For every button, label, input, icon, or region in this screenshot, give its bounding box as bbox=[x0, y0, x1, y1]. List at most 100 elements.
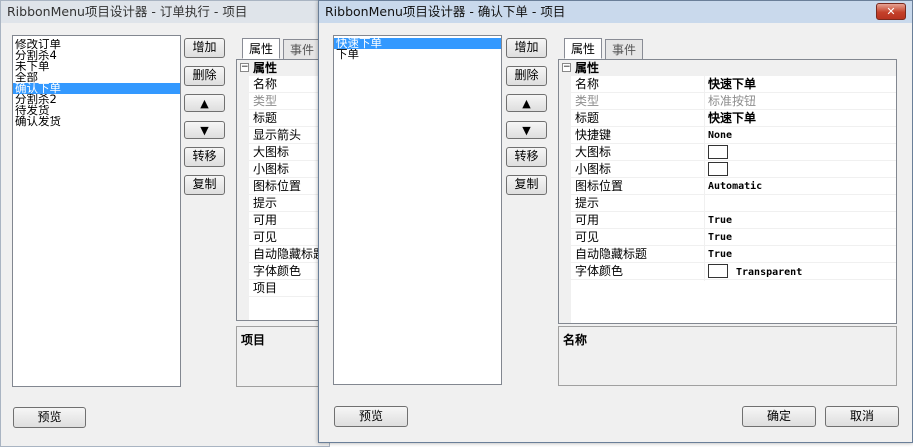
back-grid-category: − 属性 bbox=[237, 60, 329, 76]
property-name: 图标位置 bbox=[253, 179, 302, 193]
image-placeholder bbox=[708, 161, 728, 178]
property-row[interactable]: 提示 bbox=[571, 195, 896, 212]
empty-image-swatch bbox=[708, 144, 728, 159]
back-transfer-button[interactable]: 转移 bbox=[184, 147, 225, 167]
front-property-grid[interactable]: − 属性 名称 快速下单 类型 标准按钮 标题 快速下单 快捷键 None 大图标 小图标 图标位置… bbox=[558, 59, 897, 324]
property-name: 快捷键 bbox=[575, 128, 612, 142]
property-name: 自动隐藏标题 bbox=[575, 247, 648, 261]
property-row[interactable]: 快捷键 None bbox=[571, 127, 896, 144]
property-value: 标准按钮 bbox=[708, 94, 757, 108]
front-window-title: RibbonMenu项目设计器 - 确认下单 - 项目 bbox=[319, 1, 912, 23]
property-value: 快速下单 bbox=[708, 77, 757, 91]
font-color-value: Transparent bbox=[708, 263, 802, 281]
back-tab-properties[interactable]: 属性 bbox=[242, 38, 281, 59]
property-name: 名称 bbox=[253, 77, 278, 91]
front-tab-properties[interactable]: 属性 bbox=[564, 38, 603, 59]
back-copy-button[interactable]: 复制 bbox=[184, 175, 225, 195]
property-row[interactable]: 自动隐藏标题 True bbox=[571, 246, 896, 263]
property-row[interactable]: 小图标 bbox=[571, 161, 896, 178]
list-item[interactable]: 快速下单 bbox=[334, 38, 501, 49]
front-grid-category: − 属性 bbox=[559, 60, 896, 76]
back-designer-window: RibbonMenu项目设计器 - 订单执行 - 项目 修改订单 分割杀4 未下单全… bbox=[0, 0, 330, 447]
property-name: 显示箭头 bbox=[253, 128, 302, 142]
property-value: None bbox=[708, 130, 733, 141]
back-item-list[interactable]: 修改订单 分割杀4 未下单 全部 确认下单 分割杀2 待发货 确认发货 bbox=[12, 35, 181, 387]
list-item[interactable]: 全部 bbox=[13, 72, 180, 83]
back-window-title: RibbonMenu项目设计器 - 订单执行 - 项目 bbox=[1, 1, 329, 23]
property-name: 字体颜色 bbox=[253, 264, 302, 278]
property-value: True bbox=[708, 249, 733, 260]
front-preview-button[interactable]: 预览 bbox=[334, 406, 408, 427]
close-icon: ✕ bbox=[886, 5, 896, 18]
property-row[interactable]: 类型 标准按钮 bbox=[571, 93, 896, 110]
property-name: 提示 bbox=[253, 196, 278, 210]
list-item[interactable]: 修改订单 bbox=[13, 39, 180, 50]
back-preview-button[interactable]: 预览 bbox=[13, 407, 86, 428]
property-name: 项目 bbox=[253, 281, 278, 295]
property-value: Transparent bbox=[736, 267, 803, 278]
back-add-button[interactable]: 增加 bbox=[184, 38, 225, 58]
property-name: 图标位置 bbox=[575, 179, 624, 193]
property-name: 可用 bbox=[575, 213, 600, 227]
list-item[interactable]: 未下单 bbox=[13, 61, 180, 72]
property-name: 大图标 bbox=[575, 145, 612, 159]
ok-button[interactable]: 确定 bbox=[742, 406, 816, 427]
property-name: 可见 bbox=[253, 230, 278, 244]
property-value: True bbox=[708, 232, 733, 243]
property-value: 快速下单 bbox=[708, 111, 757, 125]
collapse-icon[interactable]: − bbox=[240, 63, 249, 72]
front-move-up-button[interactable]: ▲ bbox=[506, 94, 547, 112]
cancel-button[interactable]: 取消 bbox=[825, 406, 899, 427]
back-delete-button[interactable]: 删除 bbox=[184, 66, 225, 86]
list-item[interactable]: 确认发货 bbox=[13, 116, 180, 127]
list-item[interactable]: 待发货 bbox=[13, 105, 180, 116]
property-row[interactable]: 可见 True bbox=[571, 229, 896, 246]
back-property-grid[interactable]: − 属性 名称 类型 标题 显示箭头 大图标 小图标 图标位置 提示 可用 可见 自动隐藏标题 字体颜… bbox=[236, 59, 329, 321]
property-row[interactable]: 可用 True bbox=[571, 212, 896, 229]
property-name: 自动隐藏标题 bbox=[253, 247, 326, 261]
property-name: 小图标 bbox=[253, 162, 290, 176]
list-item[interactable]: 下单 bbox=[334, 49, 501, 60]
arrow-up-icon: ▲ bbox=[200, 97, 209, 110]
property-name: 大图标 bbox=[253, 145, 290, 159]
property-row[interactable]: 大图标 bbox=[571, 144, 896, 161]
list-item[interactable]: 分割杀2 bbox=[13, 94, 180, 105]
color-swatch bbox=[708, 263, 728, 278]
arrow-up-icon: ▲ bbox=[522, 97, 531, 110]
property-row[interactable]: 名称 快速下单 bbox=[571, 76, 896, 93]
collapse-icon[interactable]: − bbox=[562, 63, 571, 72]
arrow-down-icon: ▼ bbox=[522, 124, 531, 137]
image-placeholder bbox=[708, 144, 728, 161]
list-item[interactable]: 确认下单 bbox=[13, 83, 180, 94]
front-description-title: 名称 bbox=[563, 333, 588, 347]
back-description-title: 项目 bbox=[241, 333, 266, 347]
front-item-list[interactable]: 快速下单 下单 bbox=[333, 35, 502, 385]
property-value: True bbox=[708, 215, 733, 226]
front-transfer-button[interactable]: 转移 bbox=[506, 147, 547, 167]
close-button[interactable]: ✕ bbox=[876, 3, 906, 20]
property-name: 标题 bbox=[575, 111, 600, 125]
property-row[interactable]: 图标位置 Automatic bbox=[571, 178, 896, 195]
property-name: 小图标 bbox=[575, 162, 612, 176]
front-copy-button[interactable]: 复制 bbox=[506, 175, 547, 195]
front-delete-button[interactable]: 删除 bbox=[506, 66, 547, 86]
property-row[interactable]: 标题 快速下单 bbox=[571, 110, 896, 127]
front-designer-window: RibbonMenu项目设计器 - 确认下单 - 项目 ✕ 快速下单 下单 增加 … bbox=[318, 0, 913, 443]
list-item[interactable]: 分割杀4 bbox=[13, 50, 180, 61]
property-name: 可见 bbox=[575, 230, 600, 244]
property-name: 可用 bbox=[253, 213, 278, 227]
property-name: 名称 bbox=[575, 77, 600, 91]
property-row[interactable]: 字体颜色 Transparent bbox=[571, 263, 896, 280]
property-name: 标题 bbox=[253, 111, 278, 125]
arrow-down-icon: ▼ bbox=[200, 124, 209, 137]
front-move-down-button[interactable]: ▼ bbox=[506, 121, 547, 139]
front-description-panel: 名称 bbox=[558, 326, 897, 386]
empty-image-swatch bbox=[708, 161, 728, 176]
back-move-down-button[interactable]: ▼ bbox=[184, 121, 225, 139]
property-value: Automatic bbox=[708, 181, 763, 192]
front-add-button[interactable]: 增加 bbox=[506, 38, 547, 58]
back-tab-events[interactable]: 事件 bbox=[283, 39, 322, 60]
front-tab-events[interactable]: 事件 bbox=[605, 39, 644, 60]
back-move-up-button[interactable]: ▲ bbox=[184, 94, 225, 112]
back-description-panel: 项目 bbox=[236, 326, 329, 387]
